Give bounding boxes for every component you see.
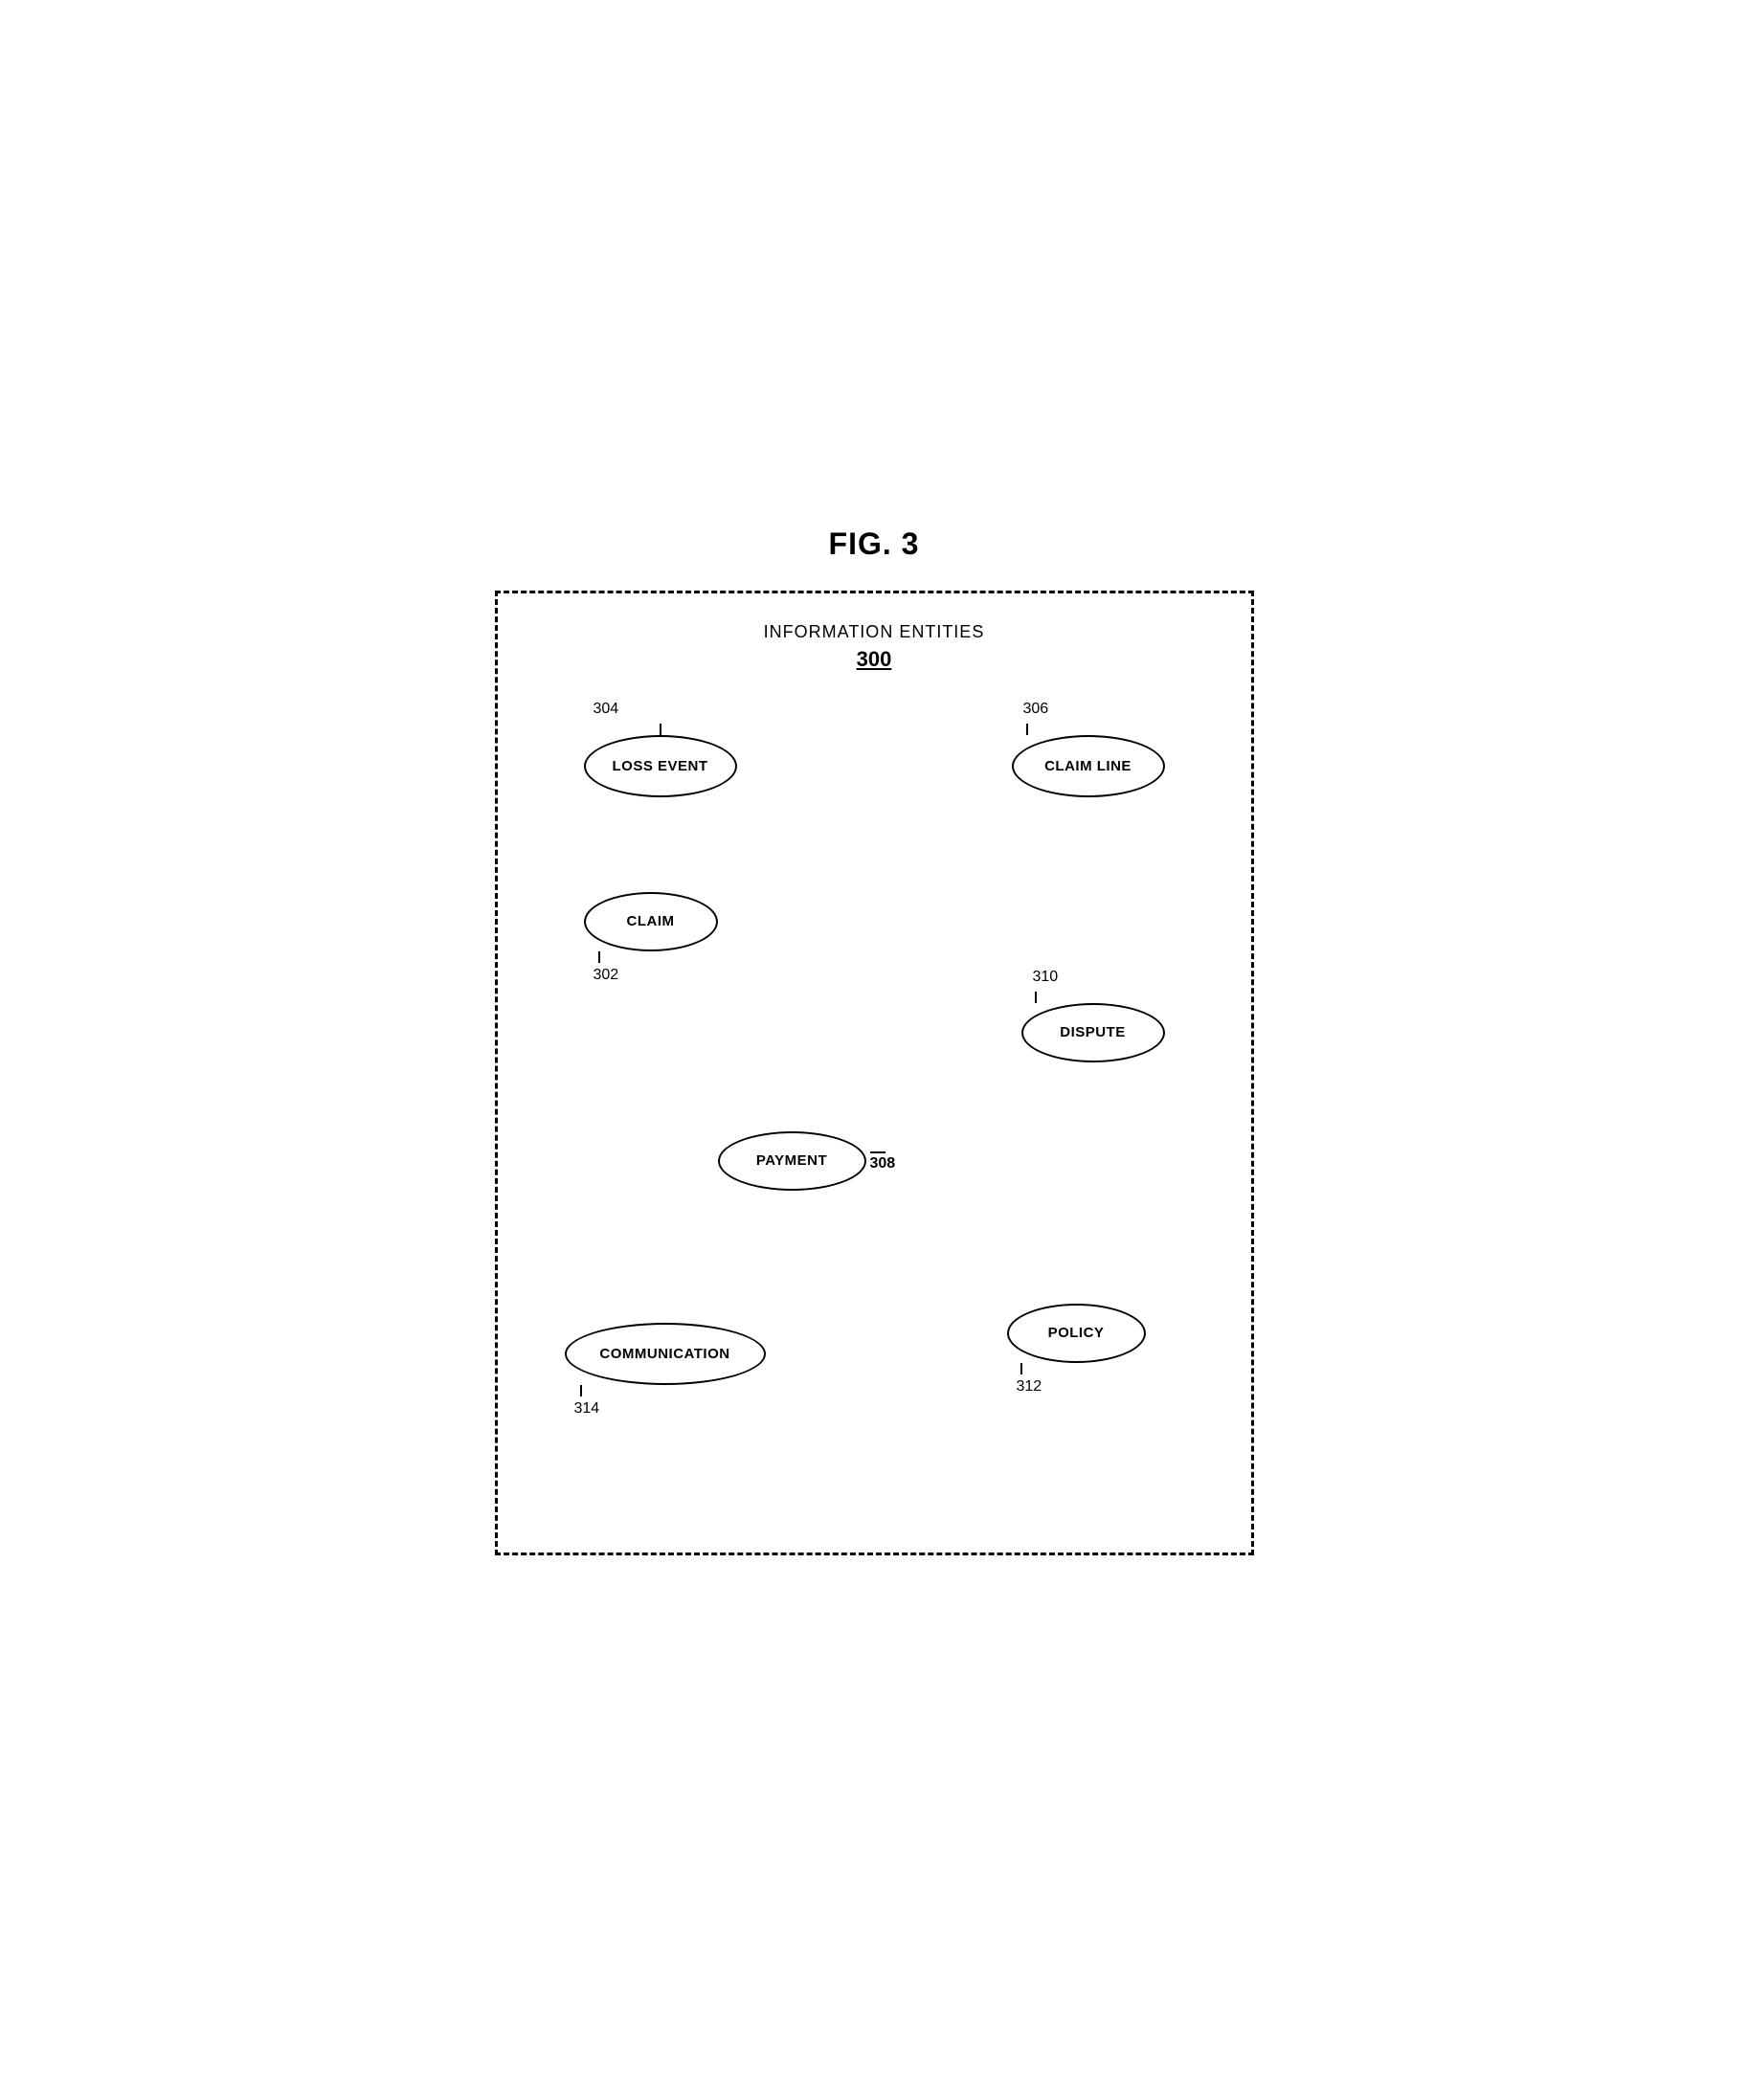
- tick-payment-right: [870, 1151, 885, 1153]
- ref-304: 304: [594, 701, 619, 718]
- node-payment: PAYMENT 308: [718, 1131, 896, 1191]
- page-container: FIG. 3 INFORMATION ENTITIES 300 304 LOSS…: [437, 488, 1311, 1613]
- node-claim: CLAIM 302: [584, 892, 718, 984]
- diagram-box: INFORMATION ENTITIES 300 304 LOSS EVENT …: [495, 591, 1254, 1555]
- node-loss-event: 304 LOSS EVENT: [584, 701, 737, 797]
- label-payment: PAYMENT: [756, 1152, 827, 1169]
- diagram-number: 300: [527, 647, 1222, 672]
- ref-302: 302: [594, 967, 619, 984]
- tick-claim-below: [598, 951, 600, 963]
- ellipse-claim-line: CLAIM LINE: [1012, 735, 1165, 797]
- ref-306: 306: [1023, 701, 1049, 718]
- tick-policy-below: [1020, 1363, 1022, 1374]
- entities-area: 304 LOSS EVENT 306 CLAIM LINE CLAIM: [527, 701, 1222, 1524]
- ref-308: 308: [870, 1155, 896, 1173]
- ref-312: 312: [1017, 1378, 1042, 1396]
- ellipse-claim: CLAIM: [584, 892, 718, 951]
- diagram-label: INFORMATION ENTITIES: [527, 622, 1222, 642]
- ellipse-loss-event: LOSS EVENT: [584, 735, 737, 797]
- ellipse-payment: PAYMENT: [718, 1131, 866, 1191]
- figure-title: FIG. 3: [829, 526, 920, 562]
- label-claim: CLAIM: [627, 913, 675, 929]
- tick-communication-below: [580, 1385, 582, 1396]
- ellipse-communication: COMMUNICATION: [565, 1323, 766, 1385]
- node-claim-line: 306 CLAIM LINE: [1012, 701, 1165, 797]
- node-policy: POLICY 312: [1007, 1304, 1146, 1396]
- node-dispute: 310 DISPUTE: [1021, 969, 1165, 1062]
- ellipse-dispute: DISPUTE: [1021, 1003, 1165, 1062]
- tick-loss-event-above: [660, 724, 661, 735]
- label-dispute: DISPUTE: [1060, 1024, 1126, 1040]
- node-communication: COMMUNICATION 314: [565, 1323, 766, 1418]
- label-communication: COMMUNICATION: [599, 1346, 729, 1362]
- label-loss-event: LOSS EVENT: [612, 758, 707, 774]
- tick-dispute-above: [1035, 992, 1037, 1003]
- label-claim-line: CLAIM LINE: [1044, 758, 1132, 774]
- ref-310: 310: [1033, 969, 1059, 986]
- ref-314: 314: [574, 1400, 600, 1418]
- ellipse-policy: POLICY: [1007, 1304, 1146, 1363]
- tick-claim-line-above: [1026, 724, 1028, 735]
- label-policy: POLICY: [1048, 1325, 1105, 1341]
